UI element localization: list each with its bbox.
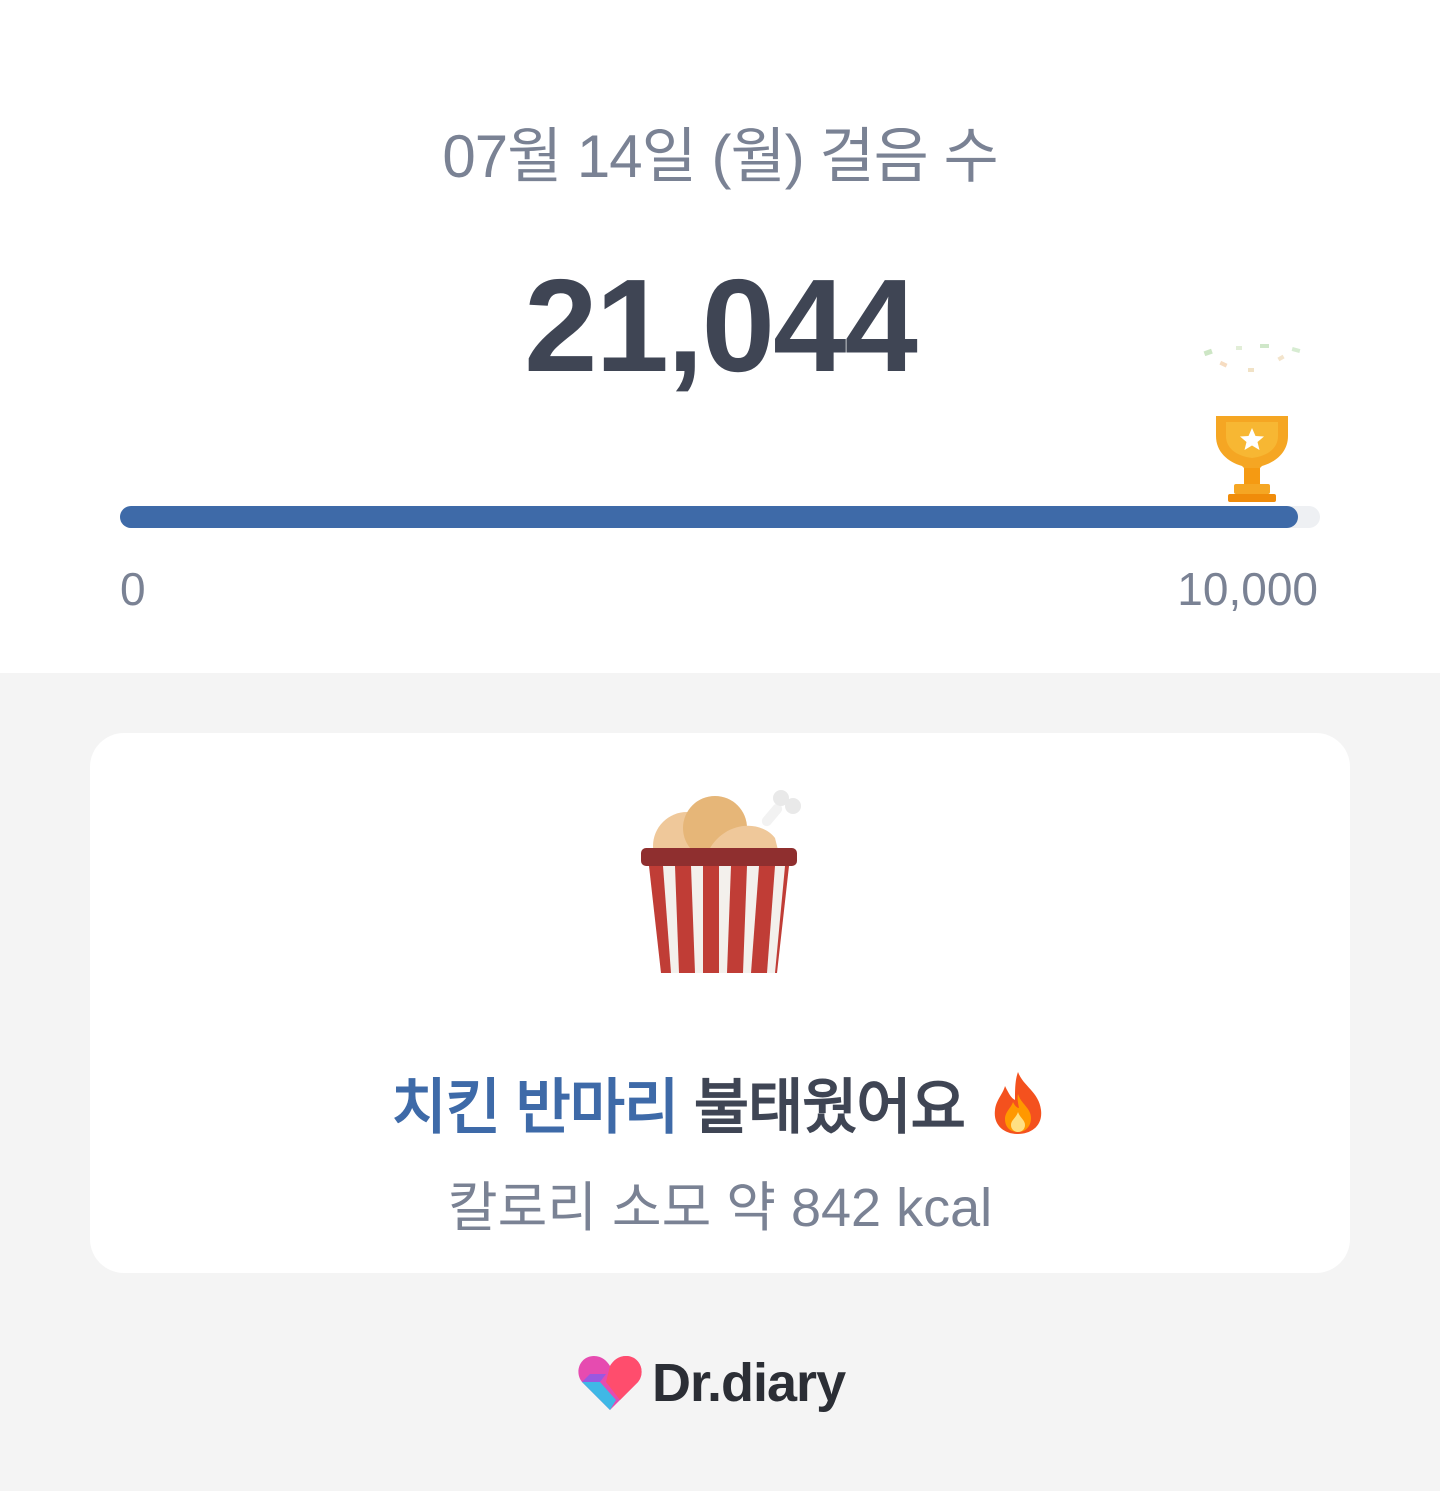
- headline-highlight: 치킨 반마리: [391, 1074, 679, 1141]
- brand-logo: Dr.diary: [576, 1350, 846, 1416]
- chicken-bucket-icon: [641, 790, 801, 973]
- steps-summary: 07월 14일 (월) 걸음 수 21,044 0 10,000: [0, 0, 1440, 673]
- progress-fill: [120, 506, 1298, 528]
- progress-track: [120, 506, 1320, 528]
- progress-min-label: 0: [120, 563, 146, 615]
- calorie-headline: 치킨 반마리 불태웠어요: [90, 1059, 1350, 1146]
- headline-text: 불태웠어요: [678, 1074, 981, 1141]
- heart-logo-icon: [578, 1356, 642, 1410]
- confetti-icon: [1203, 344, 1301, 372]
- calorie-text: 칼로리 소모 약 842 kcal: [447, 1178, 993, 1238]
- progress-max-label: 10,000: [1177, 563, 1318, 615]
- brand-name: Dr.diary: [652, 1353, 846, 1413]
- trophy-icon: [1216, 416, 1288, 502]
- calorie-card: 치킨 반마리 불태웠어요 칼로리 소모 약 842 kcal: [90, 733, 1350, 1273]
- fire-icon: [994, 1072, 1041, 1134]
- page-title: 07월 14일 (월) 걸음 수: [442, 123, 998, 190]
